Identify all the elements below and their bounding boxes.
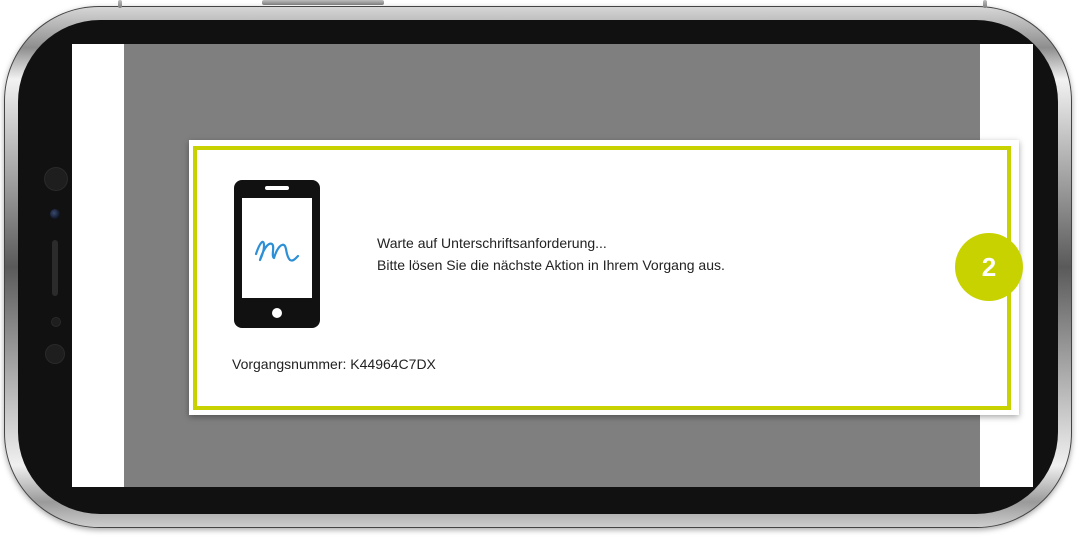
top-edge-mark-left xyxy=(118,0,122,8)
signature-wait-dialog: Warte auf Unterschriftsanforderung... Bi… xyxy=(189,140,1019,415)
case-number: Vorgangsnummer: K44964C7DX xyxy=(232,356,436,372)
device-mockup: Warte auf Unterschriftsanforderung... Bi… xyxy=(0,0,1078,537)
highlight-frame: Warte auf Unterschriftsanforderung... Bi… xyxy=(193,146,1011,410)
small-sensor xyxy=(52,318,60,326)
phone-screen: Warte auf Unterschriftsanforderung... Bi… xyxy=(72,44,1033,487)
top-edge-mark-right xyxy=(983,0,987,8)
smartphone-signature-icon xyxy=(234,180,320,328)
step-badge: 2 xyxy=(955,233,1023,301)
top-button xyxy=(262,0,384,5)
ambient-sensor xyxy=(46,345,64,363)
front-camera-icon xyxy=(50,209,60,219)
proximity-sensor xyxy=(45,168,67,190)
status-message: Warte auf Unterschriftsanforderung... Bi… xyxy=(377,232,725,276)
modal-overlay: Warte auf Unterschriftsanforderung... Bi… xyxy=(124,44,1019,487)
earpiece-speaker xyxy=(52,240,58,296)
status-line: Warte auf Unterschriftsanforderung... xyxy=(377,235,607,251)
instruction-line: Bitte lösen Sie die nächste Aktion in Ih… xyxy=(377,257,725,273)
